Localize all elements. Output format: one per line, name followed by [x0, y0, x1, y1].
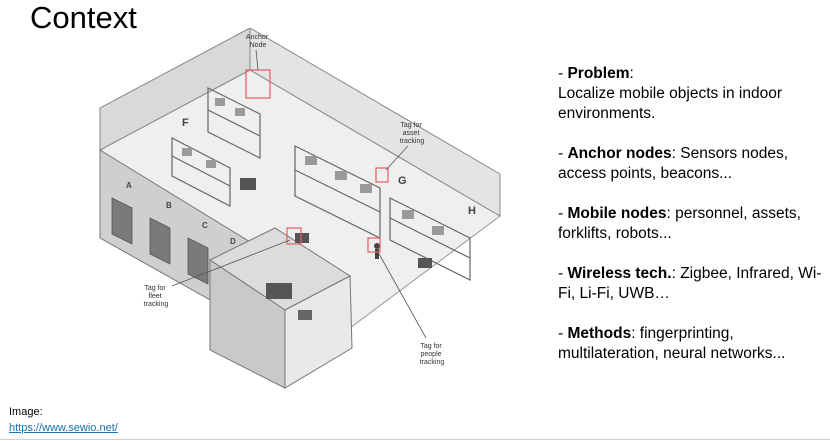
- wall-letter-f: F: [182, 117, 189, 129]
- wall-letter-a: A: [126, 181, 132, 190]
- forklift: [240, 178, 256, 190]
- bullet-methods: - Methods: fingerprinting, multilaterati…: [558, 325, 786, 362]
- image-credit: Image: https://www.sewio.net/: [9, 404, 118, 436]
- wall-letter-b: B: [166, 201, 172, 210]
- bottom-divider: [0, 439, 830, 440]
- wall-letter-d: D: [230, 237, 236, 246]
- people-tag-callout: Tag for people tracking: [420, 343, 445, 366]
- bullet-mobile-nodes: - Mobile nodes: personnel, assets, forkl…: [558, 205, 801, 242]
- fleet-tag-callout: Tag for fleet tracking: [144, 285, 169, 308]
- image-credit-label: Image:: [9, 406, 43, 418]
- wall-letter-g: G: [398, 175, 407, 187]
- image-credit-link[interactable]: https://www.sewio.net/: [9, 420, 118, 436]
- wall-letter-h: H: [468, 205, 476, 217]
- office-desk: [266, 283, 292, 299]
- bullet-wireless-tech: - Wireless tech.: Zigbee, Infrared, Wi-F…: [558, 265, 822, 302]
- bullet-anchor-nodes: - Anchor nodes: Sensors nodes, access po…: [558, 145, 788, 182]
- asset-tag-callout: Tag for asset tracking: [400, 122, 425, 145]
- warehouse-illustration: F G H A B C D Anchor Node Tag for asset …: [99, 28, 501, 389]
- bullet-list: - Problem: Localize mobile objects in ind…: [558, 64, 826, 384]
- wall-letter-c: C: [202, 221, 208, 230]
- bullet-problem: - Problem: Localize mobile objects in ind…: [558, 65, 783, 122]
- worker-figure: [374, 243, 380, 249]
